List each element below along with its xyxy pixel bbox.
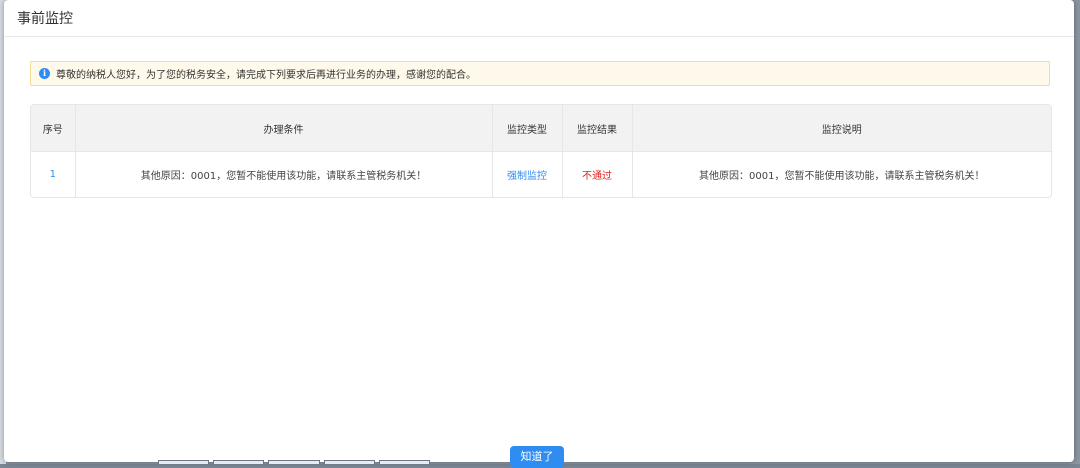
row-description: 其他原因：0001，您暂不能使用该功能，请联系主管税务机关！ [699,171,985,182]
info-icon: i [39,68,50,79]
column-header-index: 序号 [31,105,76,152]
table-row: 1 其他原因：0001，您暂不能使用该功能，请联系主管税务机关！ 强制监控 不通… [31,151,1051,197]
row-condition: 其他原因：0001，您暂不能使用该功能，请联系主管税务机关！ [75,151,493,197]
background-tab [268,460,320,464]
row-index: 1 [31,151,76,197]
column-header-type: 监控类型 [492,105,563,152]
background-tab-strip [158,460,431,464]
background-tab [323,460,375,464]
notice-text: 尊敬的纳税人您好，为了您的税务安全，请完成下列要求后再进行业务的办理，感谢您的配… [56,70,476,81]
notice-banner: i 尊敬的纳税人您好，为了您的税务安全，请完成下列要求后再进行业务的办理，感谢您… [30,61,1050,86]
column-header-condition: 办理条件 [75,105,493,152]
column-header-description: 监控说明 [632,105,1051,152]
row-monitor-type: 强制监控 [492,151,563,197]
pre-monitoring-dialog: 事前监控 i 尊敬的纳税人您好，为了您的税务安全，请完成下列要求后再进行业务的办… [4,0,1074,462]
background-tab [378,460,431,464]
dialog-header: 事前监控 [4,0,1074,37]
monitoring-table: 序号 办理条件 监控类型 监控结果 监控说明 1 其他原因：0001，您暂不能使… [30,104,1052,198]
table-header-row: 序号 办理条件 监控类型 监控结果 监控说明 [31,105,1051,152]
row-monitor-result: 不通过 [562,151,633,197]
background-tab [213,460,265,464]
column-header-result: 监控结果 [562,105,633,152]
dialog-title: 事前监控 [17,11,73,27]
acknowledge-button[interactable]: 知道了 [510,446,564,468]
background-tab [158,460,210,464]
